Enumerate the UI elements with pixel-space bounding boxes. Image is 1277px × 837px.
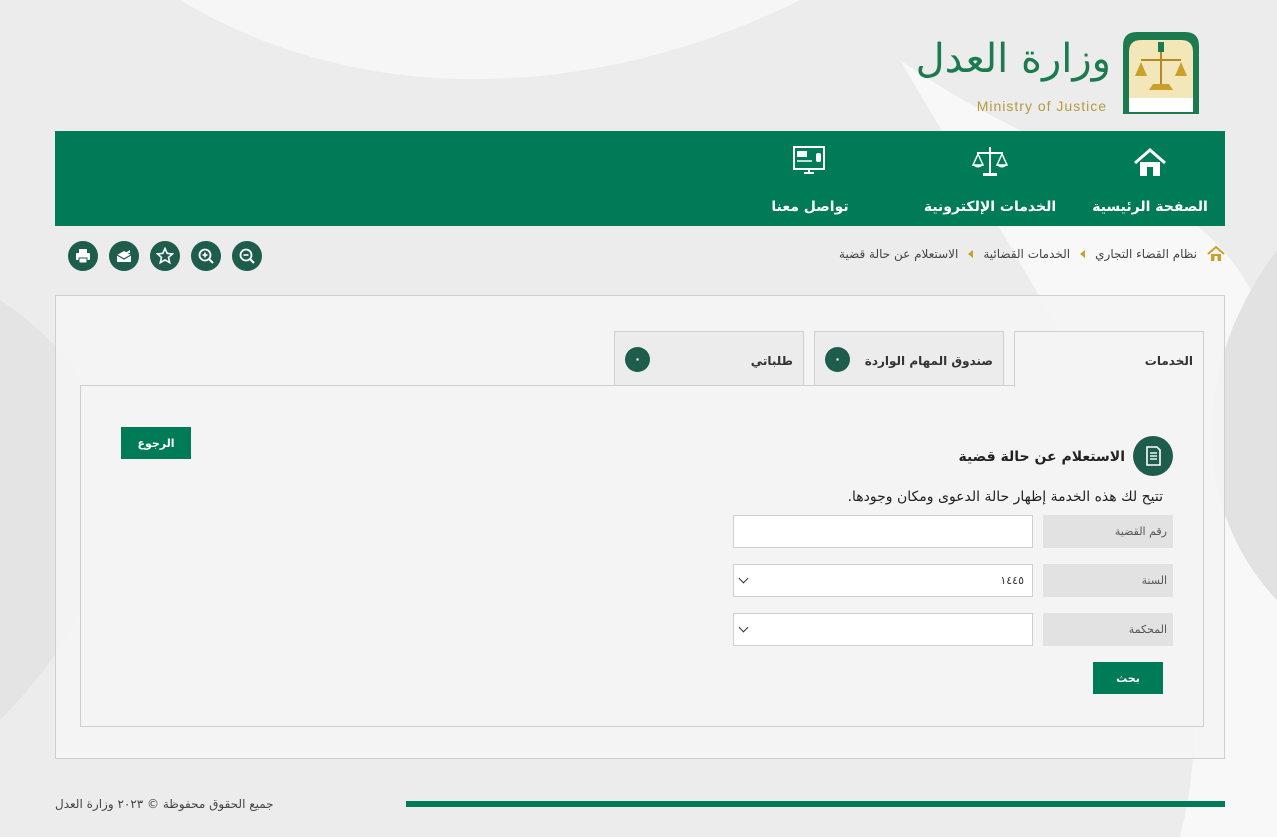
breadcrumb-arrow-icon [968,250,974,258]
zoom-in-button[interactable] [191,241,221,271]
tab-inbox[interactable]: صندوق المهام الواردة ٠ [814,331,1004,386]
tab-label-services: الخدمات [1144,354,1193,368]
nav-item-contact[interactable]: تواصل معنا [735,131,885,226]
inbox-count-badge: ٠ [825,347,850,372]
requests-count-badge: ٠ [625,347,650,372]
nav-label-home: الصفحة الرئيسية [1092,199,1208,215]
logo-arabic-text: وزارة العدل [915,36,1111,82]
nav-item-home[interactable]: الصفحة الرئيسية [1075,131,1225,226]
breadcrumb: نظام القضاء التجاري الخدمات القضائية الا… [839,246,1225,262]
footer-copyright: جميع الحقوق محفوظة © ٢٠٢٣ وزارة العدل [55,797,274,811]
court-label: المحكمة [1043,613,1173,646]
footer-divider [406,801,1225,807]
scales-icon [971,147,1009,176]
court-select[interactable] [733,613,1033,646]
tab-services[interactable]: الخدمات [1014,331,1204,387]
tab-content: الرجوع الاستعلام عن حالة قضية تتيح لك هذ… [80,385,1204,727]
nav-item-eservices[interactable]: الخدمات الإلكترونية [915,131,1065,226]
nav-label-eservices: الخدمات الإلكترونية [923,199,1057,215]
tab-my-requests[interactable]: طلباتي ٠ [614,331,804,386]
breadcrumb-arrow-icon [1080,250,1086,258]
zoom-out-icon [239,248,255,264]
zoom-out-button[interactable] [232,241,262,271]
nav-label-contact: تواصل معنا [771,199,849,215]
main-navbar: الصفحة الرئيسية الخدمات الإلكترونية تواص… [55,131,1225,226]
ministry-logo[interactable]: وزارة العدل Ministry of Justice [916,28,1203,118]
chevron-down-icon [738,573,749,584]
year-selected-value: ١٤٤٥ [1000,574,1024,587]
ministry-emblem-icon [1123,32,1199,114]
service-description: تتيح لك هذه الخدمة إظهار حالة الدعوى ومك… [847,489,1163,505]
tab-label-inbox: صندوق المهام الواردة [864,354,993,368]
share-icon [116,250,132,262]
service-title: الاستعلام عن حالة قضية [958,449,1125,465]
case-number-label: رقم القضية [1043,515,1173,548]
home-icon [1134,148,1166,176]
breadcrumb-item-commercial[interactable]: نظام القضاء التجاري [1095,247,1197,261]
logo-english-text: Ministry of Justice [976,98,1107,114]
contact-computer-icon [793,146,825,174]
breadcrumb-home-icon[interactable] [1207,246,1225,262]
chevron-down-icon [738,622,749,633]
main-panel: الخدمات صندوق المهام الواردة ٠ طلباتي ٠ … [55,295,1225,759]
breadcrumb-item-case-inquiry: الاستعلام عن حالة قضية [839,247,959,261]
star-icon [156,247,174,265]
back-button[interactable]: الرجوع [121,427,191,459]
service-document-icon [1133,436,1173,476]
year-label: السنة [1043,564,1173,597]
print-icon [76,249,90,264]
zoom-in-icon [198,248,214,264]
case-number-input[interactable] [733,515,1033,548]
breadcrumb-item-judicial-services[interactable]: الخدمات القضائية [983,247,1070,261]
share-button[interactable] [109,241,139,271]
print-button[interactable] [68,241,98,271]
tab-label-my-requests: طلباتي [750,354,793,368]
year-select[interactable]: ١٤٤٥ [733,564,1033,597]
search-button[interactable]: بحث [1093,662,1163,694]
favorite-button[interactable] [150,241,180,271]
page-tools [68,241,262,271]
